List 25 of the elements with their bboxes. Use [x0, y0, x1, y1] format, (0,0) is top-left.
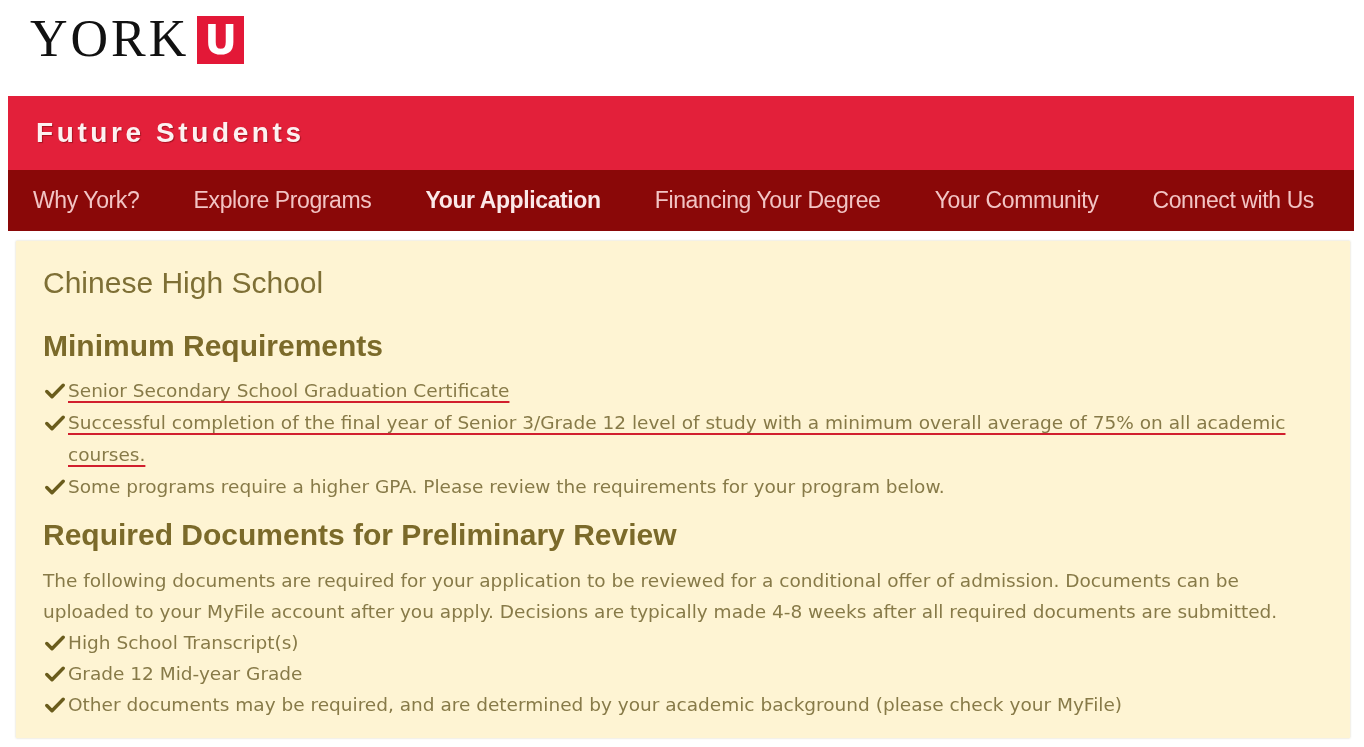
nav-link[interactable]: Your Application	[425, 187, 601, 214]
list-item-text: Successful completion of the final year of Senior 3/Grade 12 level of study with a minimum overall average of 75% on all academic courses.	[68, 411, 1287, 467]
nav-link[interactable]: Why York?	[33, 187, 140, 214]
list-item-text: Other documents may be required, and are determined by your academic background (please check your MyFile)	[68, 693, 1122, 717]
logo-wordmark: YORK	[30, 16, 190, 62]
check-icon	[45, 696, 65, 713]
page-title: Chinese High School	[43, 265, 325, 301]
nav-link[interactable]: Financing Your Degree	[654, 187, 881, 214]
check-icon	[45, 634, 65, 651]
list-item-text: Senior Secondary School Graduation Certificate	[68, 379, 510, 403]
list-item-text: Some programs require a higher GPA. Please review the requirements for your program below.	[68, 475, 945, 499]
logo-mark: U	[197, 16, 245, 64]
nav-link[interactable]: Your Community	[934, 187, 1099, 214]
list-item-text: High School Transcript(s)	[68, 631, 299, 655]
nav-link[interactable]: Explore Programs	[193, 187, 372, 214]
banner-title: Future Students	[36, 117, 305, 149]
nav-link[interactable]: Connect with Us	[1152, 187, 1314, 214]
check-icon	[45, 383, 65, 399]
list-item-text: Grade 12 Mid-year Grade	[68, 662, 303, 686]
check-icon	[45, 665, 65, 682]
intro-paragraph: The following documents are required for your application to be reviewed for a conditional offer of admission. Documents can be uploaded to your MyFile account after you apply. Decisions are typically made 4-8 weeks after all required documents are submitted.	[43, 569, 1279, 624]
check-icon	[45, 415, 65, 431]
section-heading: Minimum Requirements	[43, 328, 385, 364]
section-heading: Required Documents for Preliminary Review	[43, 517, 678, 553]
check-icon	[45, 479, 65, 495]
